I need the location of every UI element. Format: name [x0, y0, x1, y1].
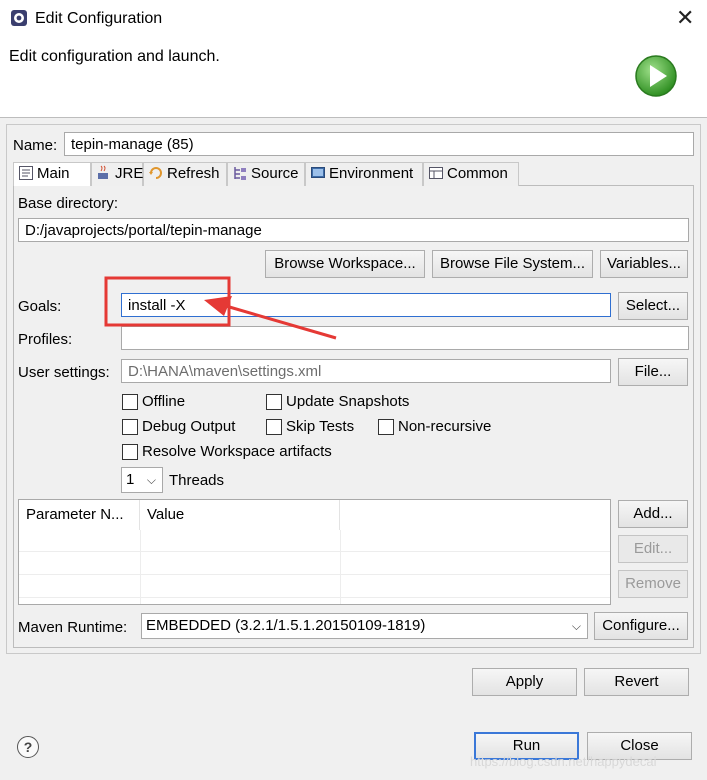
profiles-input[interactable]	[121, 326, 689, 350]
tab-refresh[interactable]: Refresh	[143, 162, 227, 186]
tab-common-label: Common	[447, 165, 508, 182]
base-directory-input[interactable]: D:/javaprojects/portal/tepin-manage	[18, 218, 689, 242]
source-icon	[234, 167, 246, 180]
column-divider	[340, 530, 341, 604]
table-row	[19, 574, 610, 575]
eclipse-app-icon	[11, 10, 27, 26]
threads-select[interactable]: 1 ⌵	[121, 467, 163, 493]
non-recursive-checkbox[interactable]	[378, 419, 394, 435]
offline-checkbox[interactable]	[122, 394, 138, 410]
tab-source-label: Source	[251, 165, 299, 182]
chevron-down-icon: ⌵	[146, 473, 156, 487]
header-message: Edit configuration and launch.	[9, 48, 220, 65]
debug-output-checkbox[interactable]	[122, 419, 138, 435]
tab-jre[interactable]: JRE	[91, 162, 143, 186]
refresh-icon	[149, 167, 162, 179]
skip-tests-checkbox[interactable]	[266, 419, 282, 435]
run-launch-icon	[635, 55, 677, 97]
apply-button[interactable]: Apply	[472, 668, 577, 696]
table-row	[19, 597, 610, 598]
environment-icon	[311, 167, 325, 178]
offline-label: Offline	[142, 393, 186, 410]
parameters-table[interactable]: Parameter N... Value	[18, 499, 611, 605]
non-recursive-label: Non-recursive	[398, 418, 492, 435]
help-icon[interactable]: ?	[17, 736, 39, 758]
base-directory-label: Base directory:	[18, 195, 119, 212]
skip-tests-label: Skip Tests	[286, 418, 355, 435]
name-input[interactable]: tepin-manage (85)	[64, 132, 694, 156]
goals-input[interactable]: install -X	[121, 293, 611, 317]
remove-parameter-button[interactable]: Remove	[618, 570, 688, 598]
tab-main-label: Main	[37, 165, 70, 182]
tab-strip: Main JRE Refresh Source Environment Comm…	[13, 162, 694, 187]
name-label: Name:	[13, 137, 58, 154]
jre-icon	[98, 165, 108, 179]
common-icon	[429, 167, 443, 179]
configure-runtime-button[interactable]: Configure...	[594, 612, 688, 640]
add-parameter-button[interactable]: Add...	[618, 500, 688, 528]
user-settings-label: User settings:	[18, 364, 110, 381]
resolve-workspace-label: Resolve Workspace artifacts	[142, 443, 332, 460]
column-header-parameter-name[interactable]: Parameter N...	[19, 500, 140, 530]
column-header-value[interactable]: Value	[140, 500, 340, 530]
debug-output-label: Debug Output	[142, 418, 236, 435]
window-title: Edit Configuration	[35, 10, 163, 27]
tab-common[interactable]: Common	[423, 162, 519, 186]
column-divider	[140, 530, 141, 604]
browse-file-system-button[interactable]: Browse File System...	[432, 250, 593, 278]
tab-refresh-label: Refresh	[167, 165, 220, 182]
tab-environment-label: Environment	[329, 165, 414, 182]
main-tab-icon	[19, 166, 33, 180]
threads-label: Threads	[169, 472, 225, 489]
user-settings-input[interactable]: D:\HANA\maven\settings.xml	[121, 359, 611, 383]
goals-select-button[interactable]: Select...	[618, 292, 688, 320]
tab-main[interactable]: Main	[13, 162, 91, 187]
update-snapshots-label: Update Snapshots	[286, 393, 410, 410]
tab-jre-label: JRE	[115, 165, 144, 182]
profiles-label: Profiles:	[18, 331, 73, 348]
watermark: https://blog.csdn.net/happydecai	[470, 754, 657, 769]
resolve-workspace-checkbox[interactable]	[122, 444, 138, 460]
tab-environment[interactable]: Environment	[305, 162, 423, 186]
maven-runtime-label: Maven Runtime:	[18, 619, 128, 636]
chevron-down-icon: ⌵	[571, 619, 581, 633]
variables-button[interactable]: Variables...	[600, 250, 688, 278]
browse-workspace-button[interactable]: Browse Workspace...	[265, 250, 425, 278]
table-row	[19, 551, 610, 552]
maven-runtime-select[interactable]: EMBEDDED (3.2.1/1.5.1.20150109-1819) ⌵	[141, 613, 588, 639]
close-window-icon[interactable]: ✕	[676, 7, 694, 29]
tab-source[interactable]: Source	[227, 162, 305, 186]
user-settings-file-button[interactable]: File...	[618, 358, 688, 386]
edit-parameter-button[interactable]: Edit...	[618, 535, 688, 563]
maven-runtime-value: EMBEDDED (3.2.1/1.5.1.20150109-1819)	[146, 617, 426, 634]
goals-label: Goals:	[18, 298, 62, 315]
update-snapshots-checkbox[interactable]	[266, 394, 282, 410]
revert-button[interactable]: Revert	[584, 668, 689, 696]
threads-value: 1	[126, 471, 135, 488]
